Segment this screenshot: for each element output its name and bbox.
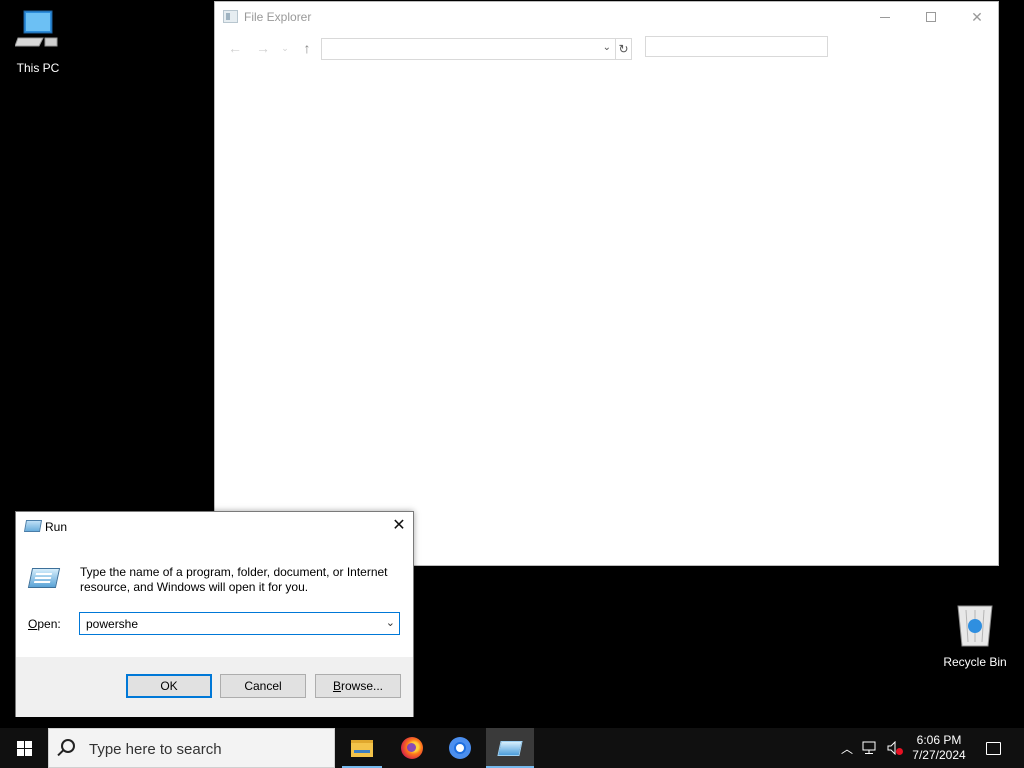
recycle-bin-desktop-icon[interactable]: Recycle Bin <box>937 600 1013 669</box>
browse-accelerator: B <box>332 679 341 693</box>
refresh-icon[interactable]: ↻ <box>615 38 632 60</box>
run-app-icon <box>497 740 523 756</box>
back-arrow-icon[interactable]: ← <box>225 39 245 57</box>
open-label-text: pen: <box>37 617 61 631</box>
file-explorer-window: File Explorer ✕ ← → ⌄ ↑ ⌄ ↻ <box>214 1 999 566</box>
minimize-button[interactable] <box>862 2 908 32</box>
recent-locations-chevron-icon[interactable]: ⌄ <box>275 39 295 57</box>
start-button[interactable] <box>0 728 48 768</box>
run-illustration-icon <box>27 568 61 588</box>
taskbar: Type here to search ︿ 6:06 PM 7/27/2024 <box>0 728 1024 768</box>
maximize-button[interactable] <box>908 2 954 32</box>
minimize-icon <box>880 16 890 18</box>
explorer-title: File Explorer <box>244 10 312 24</box>
open-label: Open: <box>28 617 61 631</box>
folder-icon <box>351 739 373 757</box>
run-open-combobox[interactable]: powershe ⌄ <box>79 612 400 635</box>
run-titlebar[interactable]: Run ✕ <box>16 512 413 542</box>
browse-label: rowse... <box>341 679 384 693</box>
firefox-icon <box>401 737 423 759</box>
this-pc-label: This PC <box>16 61 60 75</box>
run-dialog: Run ✕ Type the name of a program, folder… <box>15 511 414 717</box>
close-icon: ✕ <box>971 8 983 25</box>
run-title: Run <box>45 520 68 534</box>
chrome-icon <box>449 737 471 759</box>
this-pc-desktop-icon[interactable]: This PC <box>0 8 76 75</box>
taskbar-run[interactable] <box>486 728 534 768</box>
run-close-button[interactable]: ✕ <box>388 516 410 538</box>
file-explorer-icon <box>223 10 238 23</box>
forward-arrow-icon[interactable]: → <box>253 39 273 57</box>
address-bar[interactable]: ⌄ <box>321 38 616 60</box>
show-hidden-icons-chevron-up-icon[interactable]: ︿ <box>838 728 856 768</box>
close-button[interactable]: ✕ <box>954 2 1000 32</box>
action-center-button[interactable] <box>978 728 1008 768</box>
open-label-accelerator: O <box>28 617 38 631</box>
muted-badge-icon <box>896 748 903 755</box>
explorer-navigation-bar: ← → ⌄ ↑ ⌄ ↻ <box>215 36 998 60</box>
taskbar-file-explorer[interactable] <box>338 728 386 768</box>
taskbar-clock[interactable]: 6:06 PM 7/27/2024 <box>906 728 972 768</box>
clock-date: 7/27/2024 <box>912 748 966 762</box>
chevron-down-icon[interactable]: ⌄ <box>603 42 611 53</box>
taskbar-firefox[interactable] <box>388 728 436 768</box>
run-open-input[interactable]: powershe <box>86 617 138 631</box>
windows-logo-icon <box>16 740 32 756</box>
taskbar-search-box[interactable]: Type here to search <box>48 728 335 768</box>
close-icon: ✕ <box>392 517 406 534</box>
computer-monitor-icon <box>14 10 58 47</box>
taskbar-search-placeholder: Type here to search <box>89 741 222 758</box>
maximize-icon <box>926 12 936 22</box>
run-description: Type the name of a program, folder, docu… <box>80 565 388 594</box>
explorer-titlebar[interactable]: File Explorer ✕ <box>215 2 998 32</box>
recycle-bin-label: Recycle Bin <box>943 655 1007 669</box>
network-icon[interactable] <box>861 728 881 768</box>
clock-time: 6:06 PM <box>916 733 962 747</box>
run-app-icon <box>23 520 43 532</box>
recycle-bin-icon <box>957 605 993 647</box>
search-icon <box>61 739 75 753</box>
cancel-button[interactable]: Cancel <box>220 674 306 698</box>
explorer-search-input[interactable] <box>645 36 828 57</box>
browse-button[interactable]: Browse... <box>315 674 401 698</box>
up-arrow-icon[interactable]: ↑ <box>297 39 317 57</box>
chevron-down-icon[interactable]: ⌄ <box>386 616 395 629</box>
notification-icon <box>985 741 1001 755</box>
ok-button[interactable]: OK <box>126 674 212 698</box>
taskbar-chrome[interactable] <box>436 728 484 768</box>
